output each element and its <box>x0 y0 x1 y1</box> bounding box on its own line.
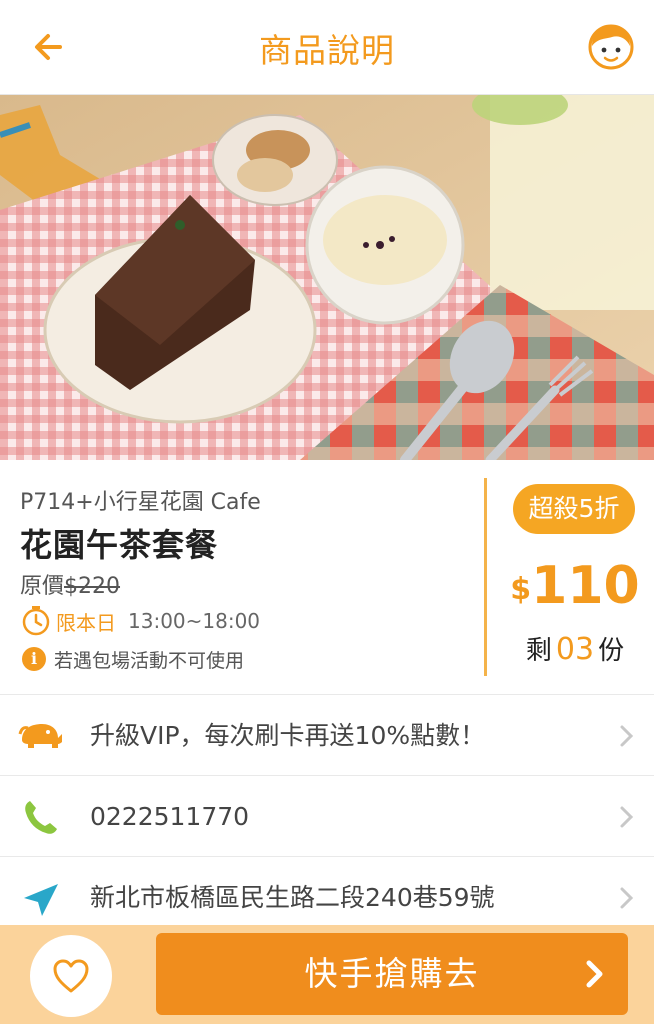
heart-icon <box>53 959 89 993</box>
favorite-button[interactable] <box>30 935 112 1017</box>
remaining-stock: 剩 03 份 <box>500 630 650 667</box>
remaining-suffix: 份 <box>598 636 625 666</box>
chevron-right-icon <box>620 887 634 909</box>
original-price: 原價$220 <box>20 568 120 600</box>
vip-upgrade-text: 升級VIP，每次刷卡再送10%點數！ <box>90 721 486 750</box>
clock-icon <box>22 606 50 636</box>
usage-note: i 若遇包場活動不可使用 <box>22 645 244 673</box>
sale-price: $110 <box>500 556 650 616</box>
original-price-label: 原價 <box>20 574 65 599</box>
available-hours: 13:00~18:00 <box>128 609 261 633</box>
chevron-right-icon <box>586 960 603 988</box>
product-info: P714+小行星花園 Cafe 花園午茶套餐 原價$220 限本日 13:00~… <box>0 460 654 695</box>
remaining-count: 03 <box>555 632 595 667</box>
vip-upgrade-row[interactable]: 升級VIP，每次刷卡再送10%點數！ <box>0 696 654 776</box>
phone-icon <box>25 801 57 834</box>
bottom-action-bar: 快手搶購去 <box>0 925 654 1024</box>
buy-now-button[interactable]: 快手搶購去 <box>156 933 628 1015</box>
phone-number: 0222511770 <box>90 802 250 831</box>
product-name: 花園午茶套餐 <box>20 526 219 564</box>
app-header: 商品說明 <box>0 0 654 95</box>
original-price-value: $220 <box>64 574 121 599</box>
usage-note-text: 若遇包場活動不可使用 <box>54 649 245 672</box>
buy-now-label: 快手搶購去 <box>304 954 480 993</box>
price-amount: 110 <box>531 556 640 616</box>
remaining-prefix: 剩 <box>525 636 552 666</box>
divider <box>484 478 487 676</box>
elephant-icon <box>18 724 62 748</box>
user-avatar-icon[interactable] <box>586 22 636 72</box>
chevron-right-icon <box>620 806 634 828</box>
phone-row[interactable]: 0222511770 <box>0 777 654 857</box>
info-icon: i <box>22 647 46 671</box>
product-photo <box>0 95 654 460</box>
store-name: P714+小行星花園 Cafe <box>20 490 261 515</box>
price-currency: $ <box>510 572 532 607</box>
discount-badge: 超殺5折 <box>513 484 635 534</box>
available-time: 限本日 13:00~18:00 <box>20 603 260 639</box>
today-only-label: 限本日 <box>56 610 116 635</box>
address-row[interactable]: 新北市板橋區民生路二段240巷59號 <box>0 858 654 925</box>
page-title: 商品說明 <box>259 31 395 70</box>
location-arrow-icon <box>24 884 58 916</box>
chevron-right-icon <box>620 725 634 747</box>
